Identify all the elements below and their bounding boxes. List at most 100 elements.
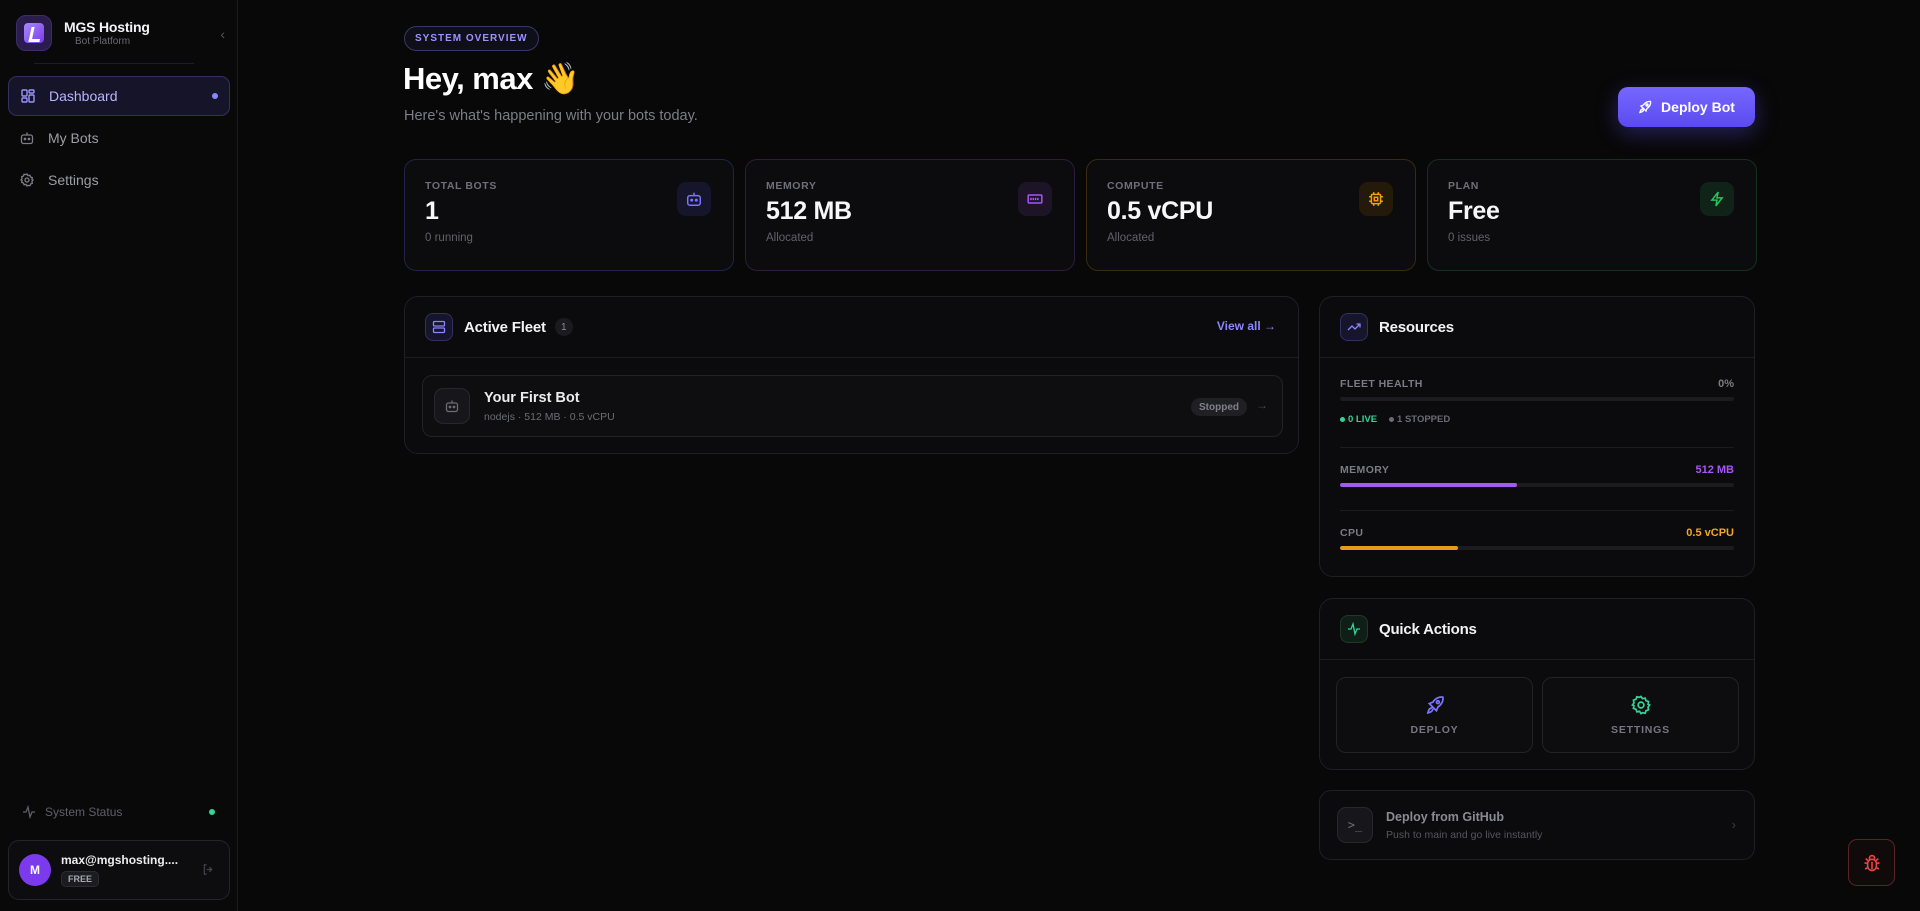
- card-title: Active Fleet: [464, 318, 546, 336]
- sidebar-item-label: Settings: [48, 172, 99, 188]
- stat-sub: 0 running: [425, 232, 473, 244]
- card-header: Quick Actions: [1320, 599, 1754, 660]
- divider: [34, 63, 194, 64]
- bug-icon: [1864, 854, 1879, 871]
- fleet-health-bar: [1340, 397, 1734, 401]
- stat-sub: 0 issues: [1448, 232, 1491, 244]
- stat-label: PLAN: [1448, 180, 1479, 192]
- section-pill: SYSTEM OVERVIEW: [404, 26, 539, 51]
- arrow-right-icon: →: [1256, 398, 1268, 412]
- brand-subtitle: Bot Platform: [75, 36, 131, 47]
- quick-action-settings[interactable]: SETTINGS: [1542, 677, 1739, 753]
- deploy-bot-label: Deploy Bot: [1661, 99, 1735, 115]
- legend-stopped: 1 STOPPED: [1397, 414, 1451, 425]
- sidebar-item-settings[interactable]: Settings: [8, 160, 230, 200]
- divider: [1340, 510, 1734, 511]
- rocket-icon: [1639, 100, 1652, 114]
- status-dot: [209, 809, 215, 815]
- bot-icon: [20, 131, 34, 145]
- card-title: Resources: [1379, 318, 1454, 336]
- stat-label: MEMORY: [766, 180, 817, 192]
- quick-action-deploy[interactable]: DEPLOY: [1336, 677, 1533, 753]
- cpu-row: CPU 0.5 vCPU: [1340, 527, 1734, 557]
- res-label: MEMORY: [1340, 464, 1390, 476]
- view-all-link[interactable]: View all →: [1217, 319, 1276, 333]
- quick-actions-card: Quick Actions DEPLOY SETTINGS: [1319, 598, 1755, 770]
- stat-card-compute: COMPUTE 0.5 vCPU Allocated: [1086, 159, 1416, 271]
- stat-label: COMPUTE: [1107, 180, 1164, 192]
- plan-badge: FREE: [61, 871, 100, 887]
- stat-value: Free: [1448, 197, 1500, 225]
- resources-card: Resources FLEET HEALTH 0% 0 LIVE 1 STOPP…: [1319, 296, 1755, 577]
- stat-card-total-bots: TOTAL BOTS 1 0 running: [404, 159, 734, 271]
- stat-card-memory: MEMORY 512 MB Allocated: [745, 159, 1075, 271]
- res-value: 0%: [1718, 378, 1734, 390]
- card-title: Quick Actions: [1379, 620, 1477, 638]
- user-email: max@mgshosting....: [61, 853, 179, 867]
- sidebar: MGS Hosting Bot Platform ‹ Dashboard My …: [0, 0, 238, 911]
- sidebar-item-label: My Bots: [48, 130, 99, 146]
- bot-meta: nodejs · 512 MB · 0.5 vCPU: [484, 410, 615, 423]
- collapse-sidebar-icon[interactable]: ‹: [220, 26, 225, 42]
- cpu-icon: [1359, 182, 1393, 216]
- avatar: M: [19, 854, 51, 886]
- stat-card-plan: PLAN Free 0 issues: [1427, 159, 1757, 271]
- stats-row: TOTAL BOTS 1 0 running MEMORY 512 MB All…: [404, 159, 1757, 271]
- count-badge: 1: [554, 318, 573, 336]
- stat-value: 1: [425, 197, 439, 225]
- terminal-icon: >_: [1337, 807, 1373, 843]
- quick-action-label: DEPLOY: [1410, 723, 1459, 736]
- sidebar-item-my-bots[interactable]: My Bots: [8, 118, 230, 158]
- cpu-fill: [1340, 546, 1459, 550]
- active-indicator: [212, 93, 218, 99]
- bot-list-item[interactable]: Your First Bot nodejs · 512 MB · 0.5 vCP…: [422, 375, 1283, 437]
- logout-icon[interactable]: [202, 863, 215, 881]
- stat-sub: Allocated: [766, 232, 814, 244]
- legend-live: 0 LIVE: [1348, 414, 1378, 425]
- stat-value: 0.5 vCPU: [1107, 197, 1213, 225]
- bug-report-button[interactable]: [1848, 839, 1895, 886]
- brand-title: MGS Hosting: [64, 19, 150, 35]
- gear-icon: [1630, 694, 1651, 715]
- memory-fill: [1340, 483, 1518, 487]
- system-status[interactable]: System Status: [22, 804, 218, 820]
- rocket-icon: [1426, 695, 1444, 714]
- grid-icon: [21, 89, 35, 103]
- trending-up-icon: [1340, 313, 1368, 341]
- server-icon: [425, 313, 453, 341]
- brand[interactable]: MGS Hosting Bot Platform: [16, 14, 222, 52]
- fleet-health-row: FLEET HEALTH 0% 0 LIVE 1 STOPPED: [1340, 378, 1734, 447]
- fleet-legend: 0 LIVE 1 STOPPED: [1340, 414, 1450, 425]
- stat-sub: Allocated: [1107, 232, 1155, 244]
- system-status-label: System Status: [45, 805, 123, 819]
- memory-icon: [1018, 182, 1052, 216]
- sidebar-item-label: Dashboard: [49, 88, 118, 104]
- memory-bar: [1340, 483, 1734, 487]
- user-card[interactable]: M max@mgshosting.... FREE: [8, 840, 230, 900]
- gear-icon: [20, 173, 34, 187]
- bot-name: Your First Bot: [484, 389, 580, 406]
- res-label: CPU: [1340, 527, 1364, 539]
- github-subtitle: Push to main and go live instantly: [1386, 828, 1543, 841]
- bot-icon: [434, 388, 470, 424]
- res-value: 0.5 vCPU: [1686, 527, 1734, 539]
- bot-icon: [677, 182, 711, 216]
- status-badge: Stopped: [1191, 398, 1247, 416]
- deploy-bot-button[interactable]: Deploy Bot: [1618, 87, 1755, 127]
- stat-value: 512 MB: [766, 197, 852, 225]
- page-subtitle: Here's what's happening with your bots t…: [404, 108, 698, 124]
- deploy-from-github-card[interactable]: >_ Deploy from GitHub Push to main and g…: [1319, 790, 1755, 860]
- memory-row: MEMORY 512 MB: [1340, 464, 1734, 510]
- brand-logo: [16, 15, 52, 51]
- divider: [1340, 447, 1734, 448]
- card-header: Active Fleet 1 View all →: [405, 297, 1298, 358]
- quick-action-label: SETTINGS: [1611, 723, 1670, 736]
- page-title: Hey, max 👋: [403, 61, 580, 96]
- res-label: FLEET HEALTH: [1340, 378, 1423, 390]
- github-title: Deploy from GitHub: [1386, 809, 1505, 824]
- active-fleet-card: Active Fleet 1 View all → Your First Bot…: [404, 296, 1299, 454]
- sidebar-item-dashboard[interactable]: Dashboard: [8, 76, 230, 116]
- sidebar-nav: Dashboard My Bots Settings: [8, 76, 230, 202]
- activity-icon: [1340, 615, 1368, 643]
- bolt-icon: [1700, 182, 1734, 216]
